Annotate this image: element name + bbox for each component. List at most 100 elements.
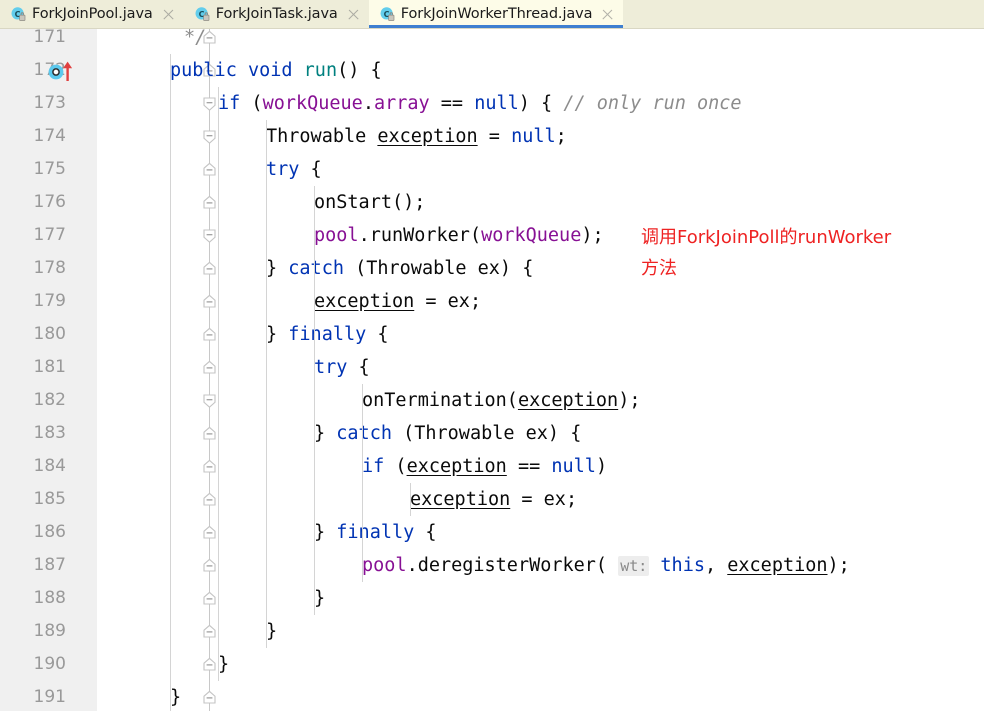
code-token: { bbox=[299, 159, 322, 180]
code-token: exception bbox=[314, 291, 415, 312]
code-token: } bbox=[170, 687, 182, 708]
code-line: onTermination(exception); bbox=[362, 384, 640, 417]
code-token: ( bbox=[240, 93, 263, 114]
code-token: .deregisterWorker( bbox=[406, 555, 619, 576]
code-token: exception bbox=[377, 126, 478, 147]
editor-tab-bar: C ForkJoinPool.java C ForkJoinTask.java C For… bbox=[0, 0, 984, 29]
code-line: onStart(); bbox=[314, 186, 425, 219]
code-line: } bbox=[314, 582, 325, 615]
code-token: == bbox=[429, 93, 475, 114]
code-token: } bbox=[314, 588, 326, 609]
code-content-area[interactable]: */public void run() {if (workQueue.array… bbox=[0, 29, 984, 711]
code-token: ); bbox=[618, 390, 641, 411]
code-line: } catch (Throwable ex) { bbox=[314, 417, 581, 450]
indent-guide bbox=[314, 186, 315, 615]
code-line: if (exception == null) bbox=[362, 450, 607, 483]
code-line: exception = ex; bbox=[410, 483, 577, 516]
code-line: try { bbox=[314, 351, 370, 384]
close-icon[interactable] bbox=[162, 8, 175, 21]
code-token: array bbox=[373, 93, 430, 114]
code-line: exception = ex; bbox=[314, 285, 481, 318]
code-token: .runWorker( bbox=[358, 225, 482, 246]
code-line: pool.deregisterWorker( wt: this, excepti… bbox=[362, 549, 850, 582]
editor-tab-label: ForkJoinTask.java bbox=[215, 6, 338, 22]
code-line: } catch (Throwable ex) { bbox=[266, 252, 533, 285]
code-line: } bbox=[170, 681, 181, 711]
code-token: onTermination( bbox=[362, 390, 518, 411]
code-token: pool bbox=[314, 225, 359, 246]
java-class-file-icon: C bbox=[10, 6, 27, 23]
code-token: } bbox=[314, 423, 337, 444]
code-token: */ bbox=[184, 29, 207, 48]
code-token: = ex; bbox=[510, 489, 578, 510]
close-icon[interactable] bbox=[347, 8, 360, 21]
code-token: exception bbox=[517, 390, 619, 411]
code-token: pool bbox=[362, 555, 407, 576]
code-token: workQueue bbox=[481, 225, 582, 246]
editor-tab-0[interactable]: C ForkJoinPool.java bbox=[0, 0, 184, 28]
code-token: ( bbox=[384, 456, 407, 477]
code-token: // only run once bbox=[563, 93, 742, 114]
code-token: . bbox=[362, 93, 374, 114]
code-token: { bbox=[414, 522, 437, 543]
code-token: null bbox=[551, 456, 596, 477]
code-token: catch bbox=[336, 423, 392, 444]
code-editor[interactable]: 1711721731741751761771781791801811821831… bbox=[0, 29, 984, 711]
code-token: null bbox=[474, 93, 519, 114]
code-line: try { bbox=[266, 153, 322, 186]
editor-tab-1[interactable]: C ForkJoinTask.java bbox=[184, 0, 369, 28]
code-token: if bbox=[218, 93, 241, 114]
code-token: finally bbox=[336, 522, 415, 543]
indent-guide bbox=[410, 483, 411, 516]
code-token: this bbox=[660, 555, 705, 576]
code-token: wt: bbox=[618, 556, 650, 576]
code-token: = ex; bbox=[414, 291, 482, 312]
code-token: } bbox=[218, 654, 230, 675]
code-token: ); bbox=[581, 225, 604, 246]
code-token: void bbox=[247, 60, 293, 81]
code-token: ); bbox=[827, 555, 850, 576]
java-class-file-icon: C bbox=[194, 6, 211, 23]
code-token: if bbox=[362, 456, 385, 477]
indent-guide bbox=[218, 87, 219, 681]
red-annotation-text: 调用ForkJoinPoll的runWorker 方法 bbox=[641, 227, 892, 279]
code-token: } bbox=[266, 258, 289, 279]
code-token: == bbox=[506, 456, 552, 477]
code-token: , bbox=[704, 555, 728, 576]
code-token: } bbox=[266, 324, 289, 345]
editor-tab-2[interactable]: C ForkJoinWorkerThread.java bbox=[368, 0, 624, 28]
code-line: Throwable exception = null; bbox=[266, 120, 567, 153]
code-token: try bbox=[266, 159, 300, 180]
java-class-file-icon: C bbox=[379, 6, 396, 23]
code-line: } finally { bbox=[266, 318, 389, 351]
code-line: } finally { bbox=[314, 516, 437, 549]
code-line: if (workQueue.array == null) { // only r… bbox=[218, 87, 742, 120]
code-token: catch bbox=[288, 258, 344, 279]
indent-guide bbox=[266, 120, 267, 648]
code-token: workQueue bbox=[262, 93, 363, 114]
editor-tab-label: ForkJoinPool.java bbox=[32, 6, 153, 22]
close-icon[interactable] bbox=[601, 8, 614, 21]
code-token: } bbox=[314, 522, 337, 543]
code-token: try bbox=[314, 357, 348, 378]
code-token: () { bbox=[337, 60, 382, 81]
code-line: pool.runWorker(workQueue); bbox=[314, 219, 604, 252]
code-token: onStart(); bbox=[314, 192, 426, 213]
code-token: finally bbox=[288, 324, 367, 345]
code-line: } bbox=[266, 615, 277, 648]
code-token: (Throwable ex) { bbox=[343, 258, 534, 279]
editor-tab-label: ForkJoinWorkerThread.java bbox=[400, 6, 593, 22]
code-line: } bbox=[218, 648, 229, 681]
code-token: null bbox=[511, 126, 556, 147]
code-token: exception bbox=[406, 456, 507, 477]
code-line: public void run() { bbox=[170, 54, 382, 87]
code-line: */ bbox=[184, 29, 206, 54]
code-token: { bbox=[347, 357, 370, 378]
code-token: = bbox=[477, 126, 512, 147]
code-token: exception bbox=[727, 555, 828, 576]
code-token: exception bbox=[410, 489, 511, 510]
code-token: ; bbox=[555, 126, 567, 147]
